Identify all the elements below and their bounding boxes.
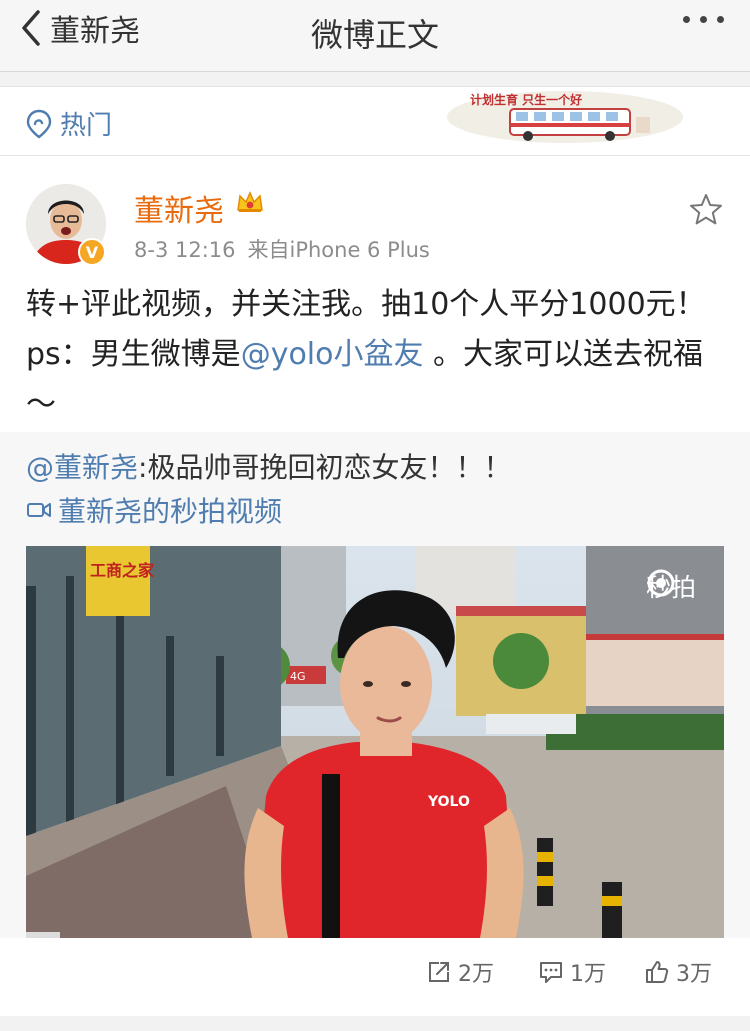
repost-body: :极品帅哥挽回初恋女友！！！ (138, 451, 512, 484)
post-time: 8-3 12:16 (134, 238, 236, 262)
crown-icon[interactable] (236, 190, 264, 214)
location-pin-icon (26, 109, 52, 138)
video-link-label: 董新尧的秒拍视频 (58, 495, 283, 528)
hot-topic-bar: 热门 计划生育 只生一个好 (0, 86, 750, 156)
thumbs-up-icon (646, 961, 669, 983)
repost-count: 2万 (458, 962, 494, 987)
video-frame: 4G 工商之家 YOLO (26, 546, 724, 938)
post-meta: 8-3 12:16 来自iPhone 6 Plus (134, 234, 430, 264)
family-planning-banner[interactable]: 计划生育 只生一个好 (440, 87, 690, 155)
weibo-post-card: V 董新尧 8-3 12:16 来自iPhone 6 Plus 转+评此视频，并关… (0, 156, 750, 1016)
repost-icon (429, 962, 449, 982)
repost-text: @董新尧:极品帅哥挽回初恋女友！！！ (26, 446, 511, 486)
video-thumbnail[interactable]: 4G 工商之家 YOLO 秒拍 (26, 546, 724, 938)
shirt-text: YOLO (427, 794, 470, 810)
verified-badge: V (78, 238, 106, 266)
star-icon[interactable] (688, 192, 724, 226)
post-text: 转+评此视频，并关注我。抽10个人平分1000元！ps：男生微博是@yolo小盆… (26, 280, 726, 430)
comment-count: 1万 (570, 962, 606, 987)
hot-link[interactable]: 热门 (26, 105, 112, 142)
post-source: 来自iPhone 6 Plus (247, 238, 430, 262)
like-count: 3万 (676, 962, 712, 987)
video-camera-icon (27, 503, 51, 517)
more-options-icon[interactable] (683, 16, 724, 23)
comment-icon (540, 962, 562, 983)
repost-button[interactable]: 2万 (426, 956, 494, 988)
navigation-bar: 董新尧 微博正文 (0, 0, 750, 72)
mention-link[interactable]: @yolo小盆友 (241, 337, 424, 372)
like-button[interactable]: 3万 (644, 956, 712, 988)
page-title: 微博正文 (310, 16, 439, 54)
repost-author-link[interactable]: @董新尧 (26, 451, 138, 484)
video-link[interactable]: 董新尧的秒拍视频 (26, 490, 282, 530)
comment-button[interactable]: 1万 (538, 956, 606, 988)
storefront-sign: 工商之家 (90, 561, 155, 580)
username[interactable]: 董新尧 (134, 186, 224, 230)
reposted-content[interactable]: @董新尧:极品帅哥挽回初恋女友！！！ 董新尧的秒拍视频 4G 工商之家 YOLO… (0, 432, 750, 938)
miaopai-watermark: 秒拍 (646, 568, 696, 604)
post-action-bar: 2万 1万 3万 (0, 948, 750, 1008)
miaopai-logo-icon (647, 569, 675, 597)
banner-text: 计划生育 只生一个好 (470, 92, 582, 107)
shop-sign: 4G (290, 670, 306, 683)
hot-label: 热门 (60, 111, 113, 141)
